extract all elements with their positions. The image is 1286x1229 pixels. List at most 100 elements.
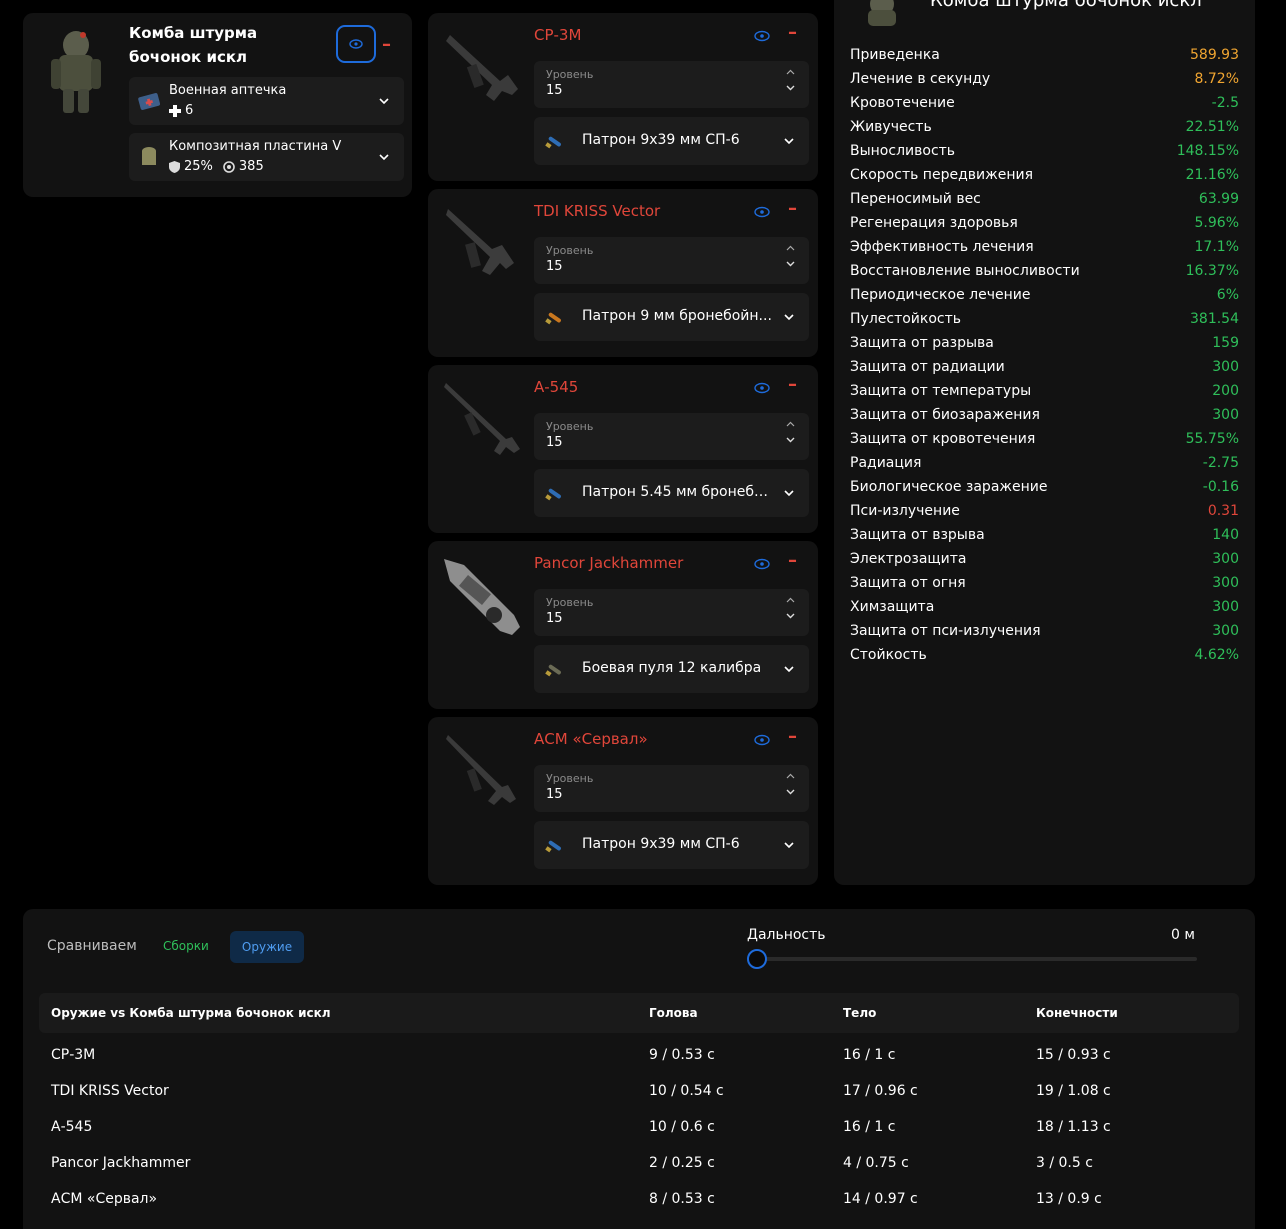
ammo-icon (545, 312, 561, 325)
header-limbs: Конечности (1036, 1006, 1118, 1020)
chevron-up-icon[interactable] (786, 69, 795, 75)
stat-row: Химзащита 300 (850, 595, 1239, 619)
level-label: Уровень (546, 68, 594, 81)
weapon-remove-button[interactable]: – (788, 728, 797, 746)
ammo-name: Патрон 9 мм бронебойн... (582, 308, 772, 324)
plate-name: Композитная пластина V (169, 139, 342, 154)
stat-row: Стойкость 4.62% (850, 643, 1239, 667)
stat-value: 5.96% (1194, 215, 1239, 231)
compare-table-header: Оружие vs Комба штурма бочонок искл Голо… (39, 993, 1239, 1033)
stat-label: Кровотечение (850, 95, 955, 111)
stat-label: Пулестойкость (850, 311, 962, 327)
level-value: 15 (546, 787, 563, 802)
stat-row: Периодическое лечение 6% (850, 283, 1239, 307)
weapon-name: СР-3М (534, 26, 582, 44)
stat-row: Лечение в секунду 8.72% (850, 67, 1239, 91)
level-stepper[interactable]: Уровень 15 (534, 589, 809, 636)
eye-icon[interactable] (754, 206, 770, 218)
stat-label: Защита от взрыва (850, 527, 985, 543)
stat-row: Скорость передвижения 21.16% (850, 163, 1239, 187)
stat-value: 159 (1212, 335, 1239, 351)
stat-label: Электрозащита (850, 551, 967, 567)
header-body: Тело (843, 1006, 877, 1020)
stat-label: Регенерация здоровья (850, 215, 1018, 231)
table-cell: 2 / 0.25 с (649, 1155, 715, 1171)
stat-label: Восстановление выносливости (850, 263, 1080, 279)
chevron-down-icon[interactable] (786, 85, 795, 91)
weapon-card: АСМ «Сервал» – Уровень 15 Патрон 9x39 мм… (428, 717, 818, 885)
chevron-up-icon[interactable] (786, 773, 795, 779)
stats-title: Комба штурма бочонок искл (930, 0, 1202, 11)
ammo-select[interactable]: Патрон 9x39 мм СП-6 (534, 821, 809, 869)
table-cell-weapon: А-545 (51, 1119, 93, 1135)
eye-icon[interactable] (754, 734, 770, 746)
range-slider-thumb[interactable] (747, 949, 767, 969)
stat-label: Живучесть (850, 119, 932, 135)
weapon-remove-button[interactable]: – (788, 200, 797, 218)
chevron-down-icon[interactable] (786, 261, 795, 267)
range-slider-track[interactable] (757, 957, 1197, 961)
plate-slot[interactable]: Композитная пластина V 25% 385 (129, 133, 404, 181)
table-cell: 18 / 1.13 с (1036, 1119, 1111, 1135)
ammo-select[interactable]: Боевая пуля 12 калибра (534, 645, 809, 693)
stat-label: Защита от биозаражения (850, 407, 1040, 423)
tab-weapons[interactable]: Оружие (230, 931, 304, 963)
chevron-down-icon (379, 154, 389, 161)
tab-builds[interactable]: Сборки (163, 939, 209, 953)
armor-thumbnail (868, 0, 896, 26)
armor-suit-image (51, 31, 101, 113)
stat-label: Защита от кровотечения (850, 431, 1036, 447)
ammo-select[interactable]: Патрон 9 мм бронебойн... (534, 293, 809, 341)
chevron-down-icon[interactable] (786, 437, 795, 443)
armor-title: Комба штурма бочонок искл (129, 21, 329, 69)
stat-row: Восстановление выносливости 16.37% (850, 259, 1239, 283)
table-cell: 16 / 1 с (843, 1119, 896, 1135)
eye-icon[interactable] (754, 30, 770, 42)
chevron-down-icon (784, 842, 794, 849)
stat-row: Пси-излучение 0.31 (850, 499, 1239, 523)
medkit-count-value: 6 (185, 103, 194, 118)
level-stepper[interactable]: Уровень 15 (534, 413, 809, 460)
eye-icon[interactable] (754, 382, 770, 394)
ammo-select[interactable]: Патрон 9x39 мм СП-6 (534, 117, 809, 165)
stat-row: Регенерация здоровья 5.96% (850, 211, 1239, 235)
armor-remove-button[interactable]: – (382, 36, 391, 54)
stat-row: Защита от температуры 200 (850, 379, 1239, 403)
level-stepper[interactable]: Уровень 15 (534, 61, 809, 108)
chevron-up-icon[interactable] (786, 597, 795, 603)
chevron-up-icon[interactable] (786, 421, 795, 427)
weapon-remove-button[interactable]: – (788, 376, 797, 394)
stat-value: 300 (1212, 623, 1239, 639)
stat-value: -2.5 (1211, 95, 1239, 111)
stat-row: Защита от кровотечения 55.75% (850, 427, 1239, 451)
stat-label: Защита от температуры (850, 383, 1032, 399)
stat-row: Переносимый вес 63.99 (850, 187, 1239, 211)
table-cell: 13 / 0.9 с (1036, 1191, 1102, 1207)
ammo-name: Патрон 9x39 мм СП-6 (582, 132, 740, 148)
table-cell-weapon: СР-3М (51, 1047, 96, 1063)
stat-row: Защита от взрыва 140 (850, 523, 1239, 547)
weapon-remove-button[interactable]: – (788, 24, 797, 42)
weapon-remove-button[interactable]: – (788, 552, 797, 570)
table-cell: 3 / 0.5 с (1036, 1155, 1093, 1171)
armor-title-line1: Комба штурма (129, 24, 258, 42)
level-value: 15 (546, 83, 563, 98)
level-label: Уровень (546, 772, 594, 785)
medkit-icon (138, 93, 161, 110)
medkit-slot[interactable]: Военная аптечка 6 (129, 77, 404, 125)
stat-label: Периодическое лечение (850, 287, 1031, 303)
table-cell: 15 / 0.93 с (1036, 1047, 1111, 1063)
eye-icon[interactable] (754, 558, 770, 570)
chevron-down-icon[interactable] (786, 613, 795, 619)
stat-row: Защита от биозаражения 300 (850, 403, 1239, 427)
level-label: Уровень (546, 596, 594, 609)
level-stepper[interactable]: Уровень 15 (534, 765, 809, 812)
armor-visibility-button[interactable] (336, 25, 376, 63)
table-cell-weapon: TDI KRISS Vector (51, 1083, 169, 1099)
chevron-up-icon[interactable] (786, 245, 795, 251)
chevron-down-icon[interactable] (786, 789, 795, 795)
level-stepper[interactable]: Уровень 15 (534, 237, 809, 284)
ammo-select[interactable]: Патрон 5.45 мм бронебо... (534, 469, 809, 517)
weapon-card: TDI KRISS Vector – Уровень 15 Патрон 9 м… (428, 189, 818, 357)
stat-label: Пси-излучение (850, 503, 960, 519)
